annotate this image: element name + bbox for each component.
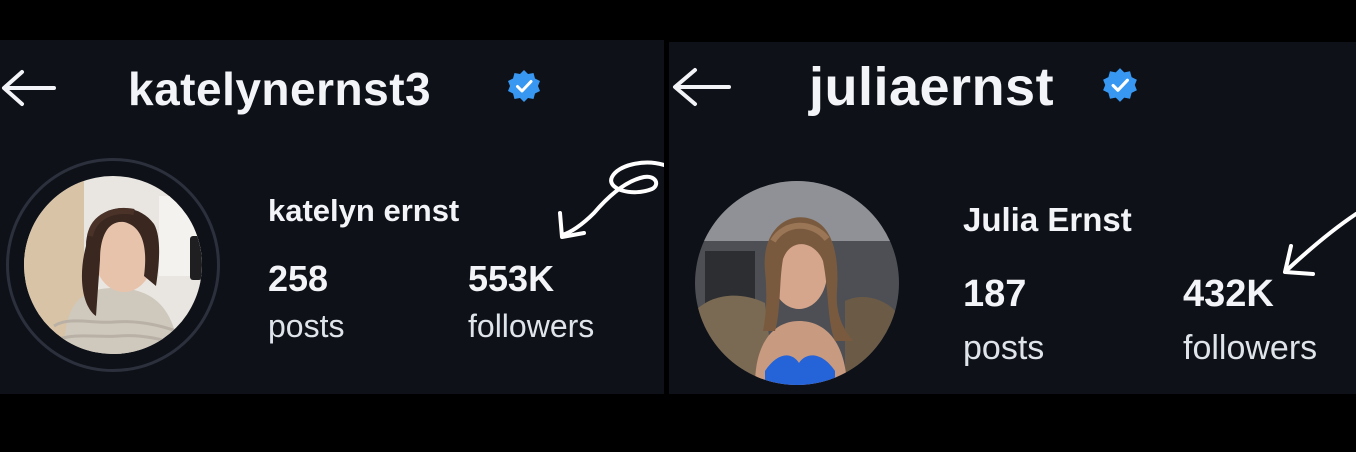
hand-drawn-arrow-icon: [548, 155, 664, 247]
posts-count[interactable]: 258: [268, 258, 328, 300]
hand-drawn-arrow-icon: [1277, 202, 1356, 282]
verified-badge-icon: [1101, 66, 1139, 104]
followers-label[interactable]: followers: [468, 308, 594, 345]
profile-panel-katelynernst3: katelynernst3 katelyn ernst 258 posts 55…: [0, 40, 664, 394]
profile-display-name: Julia Ernst: [963, 201, 1132, 238]
posts-count[interactable]: 187: [963, 273, 1026, 316]
profile-username: katelynernst3: [128, 63, 432, 115]
followers-label[interactable]: followers: [1183, 329, 1317, 368]
profile-avatar[interactable]: [695, 181, 899, 385]
back-arrow-icon[interactable]: [0, 68, 58, 108]
verified-badge-icon: [506, 68, 542, 104]
posts-label[interactable]: posts: [963, 329, 1044, 368]
profile-display-name: katelyn ernst: [268, 193, 460, 228]
profile-panel-juliaernst: juliaernst Julia Ernst 187 posts 432K fo…: [669, 42, 1356, 394]
posts-label[interactable]: posts: [268, 308, 344, 345]
profile-avatar[interactable]: [24, 176, 202, 354]
followers-count[interactable]: 432K: [1183, 273, 1274, 316]
followers-count[interactable]: 553K: [468, 258, 554, 300]
back-arrow-icon[interactable]: [671, 66, 733, 108]
profile-username: juliaernst: [809, 57, 1055, 117]
